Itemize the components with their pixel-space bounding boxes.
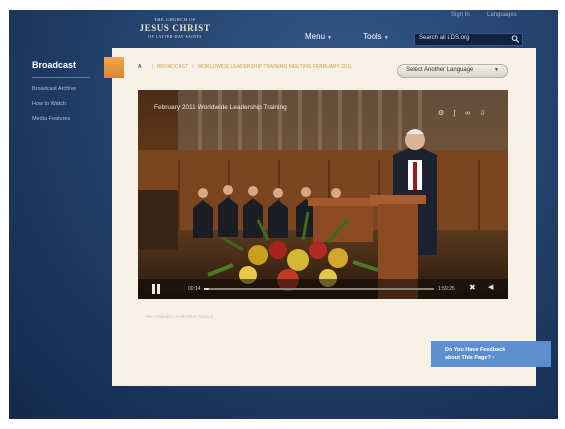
nav-menu[interactable]: Menu ▼ [305,32,332,41]
search-placeholder: Search all LDS.org [419,35,470,41]
video-toolbar: ⚙ ∫ ∞ ⇩ [438,102,490,120]
breadcrumb-separator: | [151,64,153,70]
settings-icon[interactable]: ⚙ [438,109,444,117]
sign-in-link[interactable]: Sign In [451,12,470,18]
feedback-line-1: Do You Have Feedback [445,347,506,353]
nav-tools[interactable]: Tools ▼ [363,32,389,41]
time-total: 1:59:25 [438,286,455,292]
breadcrumb: A | BROADCAST / WORLDWIDE LEADERSHIP TRAININ… [138,64,352,70]
logo-line-2: JESUS CHRIST [139,23,211,33]
video-frame-image [138,90,508,299]
breadcrumb-item[interactable]: BROADCAST [157,64,188,70]
link-icon[interactable]: ∞ [465,110,470,117]
sidebar-title[interactable]: Broadcast [32,60,112,70]
feedback-button[interactable]: Do You Have Feedback about This Page? › [431,341,551,367]
search-icon[interactable] [511,34,520,44]
sidebar-item-broadcast-archive[interactable]: Broadcast Archive [32,86,112,92]
feedback-line-2-text: about This Page? [445,355,491,361]
time-elapsed: 00:14 [188,286,201,292]
breadcrumb-separator: / [192,64,194,70]
download-icon[interactable]: ⇩ [480,109,486,117]
video-player[interactable]: February 2011 Worldwide Leadership Train… [138,90,508,299]
volume-icon[interactable]: ◀ [488,283,493,291]
video-title: February 2011 Worldwide Leadership Train… [154,104,287,111]
languages-link[interactable]: Languages [487,12,517,18]
chevron-right-icon: › [492,355,495,361]
seek-progress [204,288,209,290]
sidebar: Broadcast Broadcast Archive How to Watch… [32,60,112,131]
breadcrumb-home-icon[interactable]: A [138,64,142,70]
chevron-down-icon: ▼ [327,35,332,41]
sidebar-divider [32,77,90,78]
chevron-down-icon: ▼ [383,35,389,41]
sidebar-item-how-to-watch[interactable]: How to Watch [32,101,112,107]
search-input[interactable]: Search all LDS.org [414,33,523,46]
nav-tools-label: Tools [363,32,382,41]
share-icon[interactable]: ∫ [454,110,456,117]
select-language-button[interactable]: Select Another Language ▼ [397,64,508,78]
pause-icon[interactable] [152,284,160,294]
seek-bar[interactable] [204,288,434,290]
audio-text-options-link[interactable]: Also Available: Audio/Text Options [145,314,213,319]
chevron-down-icon: ▼ [494,67,499,73]
breadcrumb-item: WORLDWIDE LEADERSHIP TRAINING MEETING FE… [197,64,353,70]
logo-line-3: OF LATTER-DAY SAINTS [148,34,202,39]
video-controls: 00:14 1:59:25 ✖ ◀ [138,279,508,299]
feedback-line-2: about This Page? › [445,355,494,361]
nav-menu-label: Menu [305,32,326,41]
church-logo[interactable]: THE CHURCH OF JESUS CHRIST OF LATTER-DAY… [135,17,215,49]
sidebar-item-media-features[interactable]: Media Features [32,116,112,122]
section-marker-tab [104,57,124,78]
select-language-label: Select Another Language [406,67,474,73]
fullscreen-icon[interactable]: ✖ [469,283,476,292]
